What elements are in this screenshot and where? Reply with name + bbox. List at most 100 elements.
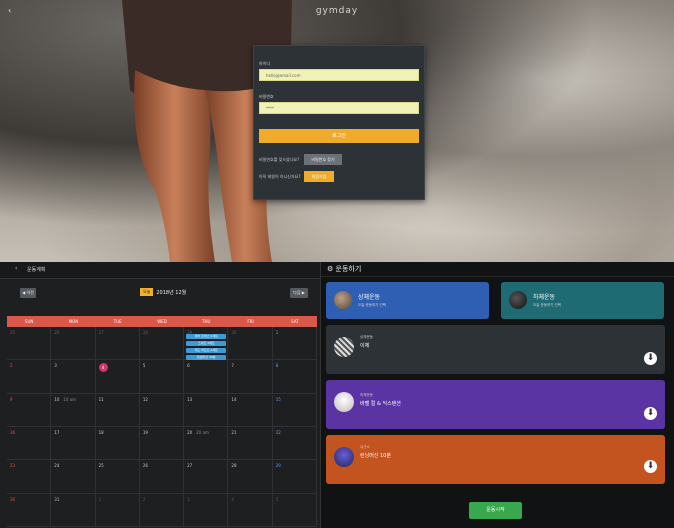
calendar-day[interactable]: 1 bbox=[272, 327, 317, 361]
calendar-day[interactable]: 22 bbox=[272, 427, 317, 461]
calendar-day[interactable]: 13 bbox=[184, 393, 229, 427]
calendar-day[interactable]: 30 bbox=[228, 327, 273, 361]
calendar-day[interactable]: 8 bbox=[272, 360, 317, 394]
id-label: 아이디 bbox=[259, 61, 271, 66]
calendar-day[interactable]: 25 bbox=[7, 327, 52, 361]
calendar-header: ‹ 운동계획 bbox=[0, 262, 320, 279]
login-button[interactable]: 로그인 bbox=[259, 129, 419, 143]
calendar-day[interactable]: 18 bbox=[95, 427, 140, 461]
month-selector: 오늘 2018년 12월 bbox=[140, 286, 186, 298]
calendar-day[interactable]: 4 bbox=[95, 360, 140, 394]
calendar-day[interactable]: 26 bbox=[51, 327, 96, 361]
exercise-item-2-thumb bbox=[334, 392, 354, 412]
calendar-day[interactable]: 1 bbox=[95, 493, 140, 527]
today-button[interactable]: 오늘 bbox=[140, 288, 154, 296]
calendar-day[interactable]: 28 bbox=[139, 327, 185, 361]
day-number: 24 bbox=[54, 463, 60, 469]
upper-body-card[interactable]: 상체운동 오늘 운동하기 선택 bbox=[326, 282, 489, 319]
app-logo: gymday bbox=[315, 6, 359, 16]
day-number: 20 bbox=[187, 430, 193, 435]
day-number: 27 bbox=[98, 330, 104, 335]
calendar-day[interactable]: 2 bbox=[139, 493, 185, 527]
day-number: 6 bbox=[187, 363, 190, 369]
calendar-day[interactable]: 2 bbox=[7, 360, 52, 394]
day-number: 27 bbox=[187, 463, 193, 469]
exercise-item-2[interactable]: 하체운동 바벨 컬 & 익스텐션 ⬇ bbox=[326, 380, 665, 429]
calendar-day[interactable]: 25 bbox=[95, 460, 140, 494]
calendar-day[interactable]: 30 bbox=[7, 493, 52, 527]
calendar-day[interactable]: 9 bbox=[7, 393, 52, 427]
day-number: 3 bbox=[187, 496, 190, 502]
calendar-event[interactable]: 런닝머신 30분 bbox=[186, 355, 227, 360]
calendar-day[interactable]: 5 bbox=[272, 493, 317, 527]
day-number: 22 bbox=[275, 430, 281, 435]
signup-question: 아직 회원이 아니신가요? bbox=[259, 174, 301, 179]
calendar-day[interactable]: 12 bbox=[139, 393, 185, 427]
calendar-day[interactable]: 21 bbox=[228, 427, 273, 461]
calendar-day[interactable]: 4 bbox=[228, 493, 273, 527]
password-field[interactable]: **** bbox=[259, 102, 419, 114]
day-number: 17 bbox=[54, 430, 60, 435]
day-number: 28 bbox=[231, 463, 237, 469]
day-number: 29 bbox=[275, 463, 281, 469]
calendar-day[interactable]: 5 bbox=[139, 360, 185, 394]
lower-body-card[interactable]: 하체운동 오늘 운동하기 선택 bbox=[501, 282, 664, 319]
calendar-screen: ‹ 운동계획 ◀ 이전 오늘 2018년 12월 다음 ▶ SUN MON TUE W… bbox=[0, 262, 320, 528]
calendar-day[interactable]: 19 bbox=[139, 427, 185, 461]
calendar-day[interactable]: 27 bbox=[95, 327, 140, 361]
calendar-day[interactable]: 29 bbox=[272, 460, 317, 494]
password-label: 비밀번호 bbox=[259, 94, 274, 99]
calendar-day[interactable]: 16 bbox=[7, 427, 52, 461]
download-icon[interactable]: ⬇ bbox=[644, 407, 657, 420]
calendar-day[interactable]: 29 벤치 프레스 5세트 스쿼트 3세트 데드 리프트 4세트 런닝머신 30분 bbox=[184, 327, 229, 361]
day-number: 30 bbox=[231, 330, 237, 335]
calendar-day[interactable]: 6 bbox=[184, 360, 229, 394]
download-icon[interactable]: ⬇ bbox=[644, 460, 657, 473]
signup-button[interactable]: 회원가입 bbox=[304, 171, 334, 182]
calendar-day[interactable]: 20 20 am bbox=[184, 427, 229, 461]
next-month-button[interactable]: 다음 ▶ bbox=[290, 288, 308, 298]
calendar-day[interactable]: 11 bbox=[95, 393, 140, 427]
calendar-day[interactable]: 28 bbox=[228, 460, 273, 494]
day-number: 25 bbox=[10, 330, 16, 335]
day-number: 31 bbox=[54, 496, 60, 502]
calendar-day[interactable]: 14 bbox=[228, 393, 273, 427]
upper-body-thumb bbox=[334, 291, 352, 309]
day-number: 16 bbox=[10, 430, 16, 435]
download-icon[interactable]: ⬇ bbox=[644, 352, 657, 365]
exercise-item-1-name: 이체 bbox=[360, 343, 370, 349]
calendar-day[interactable]: 23 bbox=[7, 460, 52, 494]
calendar-day[interactable]: 24 bbox=[51, 460, 96, 494]
calendar-event[interactable]: 벤치 프레스 5세트 bbox=[186, 334, 227, 339]
calendar-day[interactable]: 17 bbox=[51, 427, 96, 461]
calendar-day[interactable]: 3 bbox=[184, 493, 229, 527]
exercise-title: ⚙ 운동하기 bbox=[327, 265, 362, 273]
exercise-item-1[interactable]: 상체운동 이체 ⬇ bbox=[326, 325, 665, 374]
back-icon[interactable]: ‹ bbox=[15, 265, 17, 272]
id-field[interactable]: hello@email.com bbox=[259, 69, 419, 81]
day-number: 4 bbox=[231, 496, 234, 502]
exercise-title-text: 운동하기 bbox=[335, 265, 362, 273]
exercise-item-3[interactable]: 유산소 런닝머신 10분 ⬇ bbox=[326, 435, 665, 484]
calendar-day[interactable]: 26 bbox=[139, 460, 185, 494]
calendar-day[interactable]: 10 10 am bbox=[51, 393, 96, 427]
day-number: 26 bbox=[142, 463, 148, 469]
login-form: 아이디 hello@email.com 비밀번호 **** 로그인 비밀번호를 … bbox=[253, 45, 425, 200]
day-number: 18 bbox=[98, 430, 104, 435]
day-number: 11 bbox=[98, 396, 104, 402]
calendar-day[interactable]: 15 bbox=[272, 393, 317, 427]
start-exercise-button[interactable]: 운동시작 bbox=[469, 502, 522, 519]
exercise-item-3-name: 런닝머신 10분 bbox=[360, 453, 391, 459]
calendar-day[interactable]: 3 bbox=[51, 360, 96, 394]
prev-month-button[interactable]: ◀ 이전 bbox=[20, 288, 36, 298]
upper-body-sub: 오늘 운동하기 선택 bbox=[358, 303, 386, 307]
exercise-item-1-category: 상체운동 bbox=[360, 335, 373, 339]
calendar-event[interactable]: 스쿼트 3세트 bbox=[186, 341, 227, 346]
find-password-button[interactable]: 비밀번호 찾기 bbox=[304, 154, 342, 165]
calendar-event[interactable]: 데드 리프트 4세트 bbox=[186, 348, 227, 353]
calendar-day[interactable]: 31 bbox=[51, 493, 96, 527]
day-number: 3 bbox=[54, 363, 57, 369]
calendar-day[interactable]: 7 bbox=[228, 360, 273, 394]
day-number: 10 bbox=[54, 396, 60, 402]
calendar-day[interactable]: 27 bbox=[184, 460, 229, 494]
